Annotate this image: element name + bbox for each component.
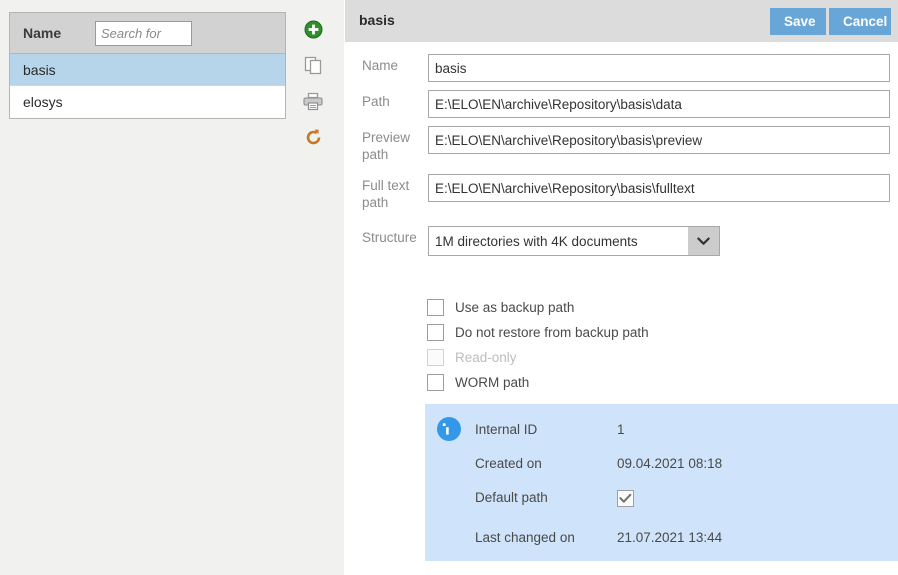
- cancel-button[interactable]: Cancel: [829, 8, 891, 35]
- checkbox-box: [427, 298, 444, 316]
- check-icon: [619, 493, 632, 503]
- info-value: 1: [617, 422, 625, 437]
- archive-path-settings-screen: Name basis elosys: [0, 0, 898, 575]
- label-path: Path: [362, 94, 390, 109]
- copy-button[interactable]: [301, 53, 325, 77]
- checkbox-box: [427, 373, 444, 391]
- chevron-down-icon: [688, 227, 719, 255]
- field-row-structure: Structure 1M directories with 4K documen…: [362, 226, 720, 256]
- page-title: basis: [359, 12, 395, 28]
- fulltext-path-input[interactable]: [428, 174, 890, 202]
- field-row-preview-path: Preview path: [362, 126, 890, 163]
- info-value: 09.04.2021 08:18: [617, 456, 723, 471]
- checkbox-label: WORM path: [455, 374, 530, 390]
- field-row-path: Path: [362, 90, 890, 118]
- label-fulltext-path: Full text path: [362, 178, 410, 210]
- label-name: Name: [362, 58, 399, 73]
- repository-list-panel: Name basis elosys: [0, 0, 344, 575]
- path-input[interactable]: [428, 90, 890, 118]
- search-input[interactable]: [95, 20, 192, 46]
- refresh-button[interactable]: [301, 125, 325, 149]
- info-panel: Internal ID 1 Created on 09.04.2021 08:1…: [425, 404, 898, 561]
- label-structure: Structure: [362, 230, 417, 245]
- add-icon: [304, 20, 322, 38]
- field-row-fulltext-path: Full text path: [362, 174, 890, 211]
- print-button[interactable]: [301, 89, 325, 113]
- info-row-internal-id: Internal ID 1: [475, 422, 895, 437]
- list-toolbar: [300, 17, 326, 161]
- checkbox-do-not-restore-from-backup-path[interactable]: Do not restore from backup path: [427, 320, 649, 344]
- info-key: Last changed on: [475, 530, 575, 545]
- preview-path-input[interactable]: [428, 126, 890, 154]
- list-item-basis[interactable]: basis: [10, 54, 285, 86]
- label-preview-path: Preview path: [362, 130, 411, 162]
- print-icon: [303, 92, 323, 110]
- list-header: Name: [10, 13, 285, 54]
- info-row-default-path: Default path: [475, 490, 895, 507]
- refresh-icon: [306, 129, 320, 144]
- checkbox-worm-path[interactable]: WORM path: [427, 370, 649, 394]
- checkbox-label: Do not restore from backup path: [455, 324, 649, 340]
- info-row-created-on: Created on 09.04.2021 08:18: [475, 456, 895, 471]
- save-button[interactable]: Save: [770, 8, 826, 35]
- list-item-label: elosys: [23, 94, 63, 110]
- checkbox-box: [427, 348, 444, 366]
- structure-select-value: 1M directories with 4K documents: [435, 233, 638, 249]
- repository-list: Name basis elosys: [9, 12, 286, 119]
- checkbox-box: [427, 323, 444, 341]
- info-key: Created on: [475, 456, 542, 471]
- field-row-name: Name: [362, 54, 890, 82]
- list-item-elosys[interactable]: elosys: [10, 86, 285, 118]
- detail-header: basis Save Cancel: [345, 0, 898, 42]
- column-header-name: Name: [23, 25, 62, 41]
- checkbox-label: Read-only: [455, 349, 517, 365]
- checkbox-label: Use as backup path: [455, 299, 575, 315]
- info-key: Internal ID: [475, 422, 538, 437]
- copy-icon: [304, 56, 321, 74]
- detail-panel: basis Save Cancel Name Path Preview path…: [345, 0, 898, 575]
- name-input[interactable]: [428, 54, 890, 82]
- checkbox-use-as-backup-path[interactable]: Use as backup path: [427, 295, 649, 319]
- structure-select[interactable]: 1M directories with 4K documents: [428, 226, 720, 256]
- info-row-last-changed-on: Last changed on 21.07.2021 13:44: [475, 530, 895, 545]
- info-icon: [437, 417, 461, 441]
- list-item-label: basis: [23, 61, 56, 78]
- checkbox-read-only: Read-only: [427, 345, 649, 369]
- options-checkbox-group: Use as backup path Do not restore from b…: [427, 295, 649, 395]
- info-value: 21.07.2021 13:44: [617, 530, 723, 545]
- default-path-checkbox: [617, 490, 634, 507]
- add-button[interactable]: [301, 17, 325, 41]
- info-key: Default path: [475, 490, 548, 505]
